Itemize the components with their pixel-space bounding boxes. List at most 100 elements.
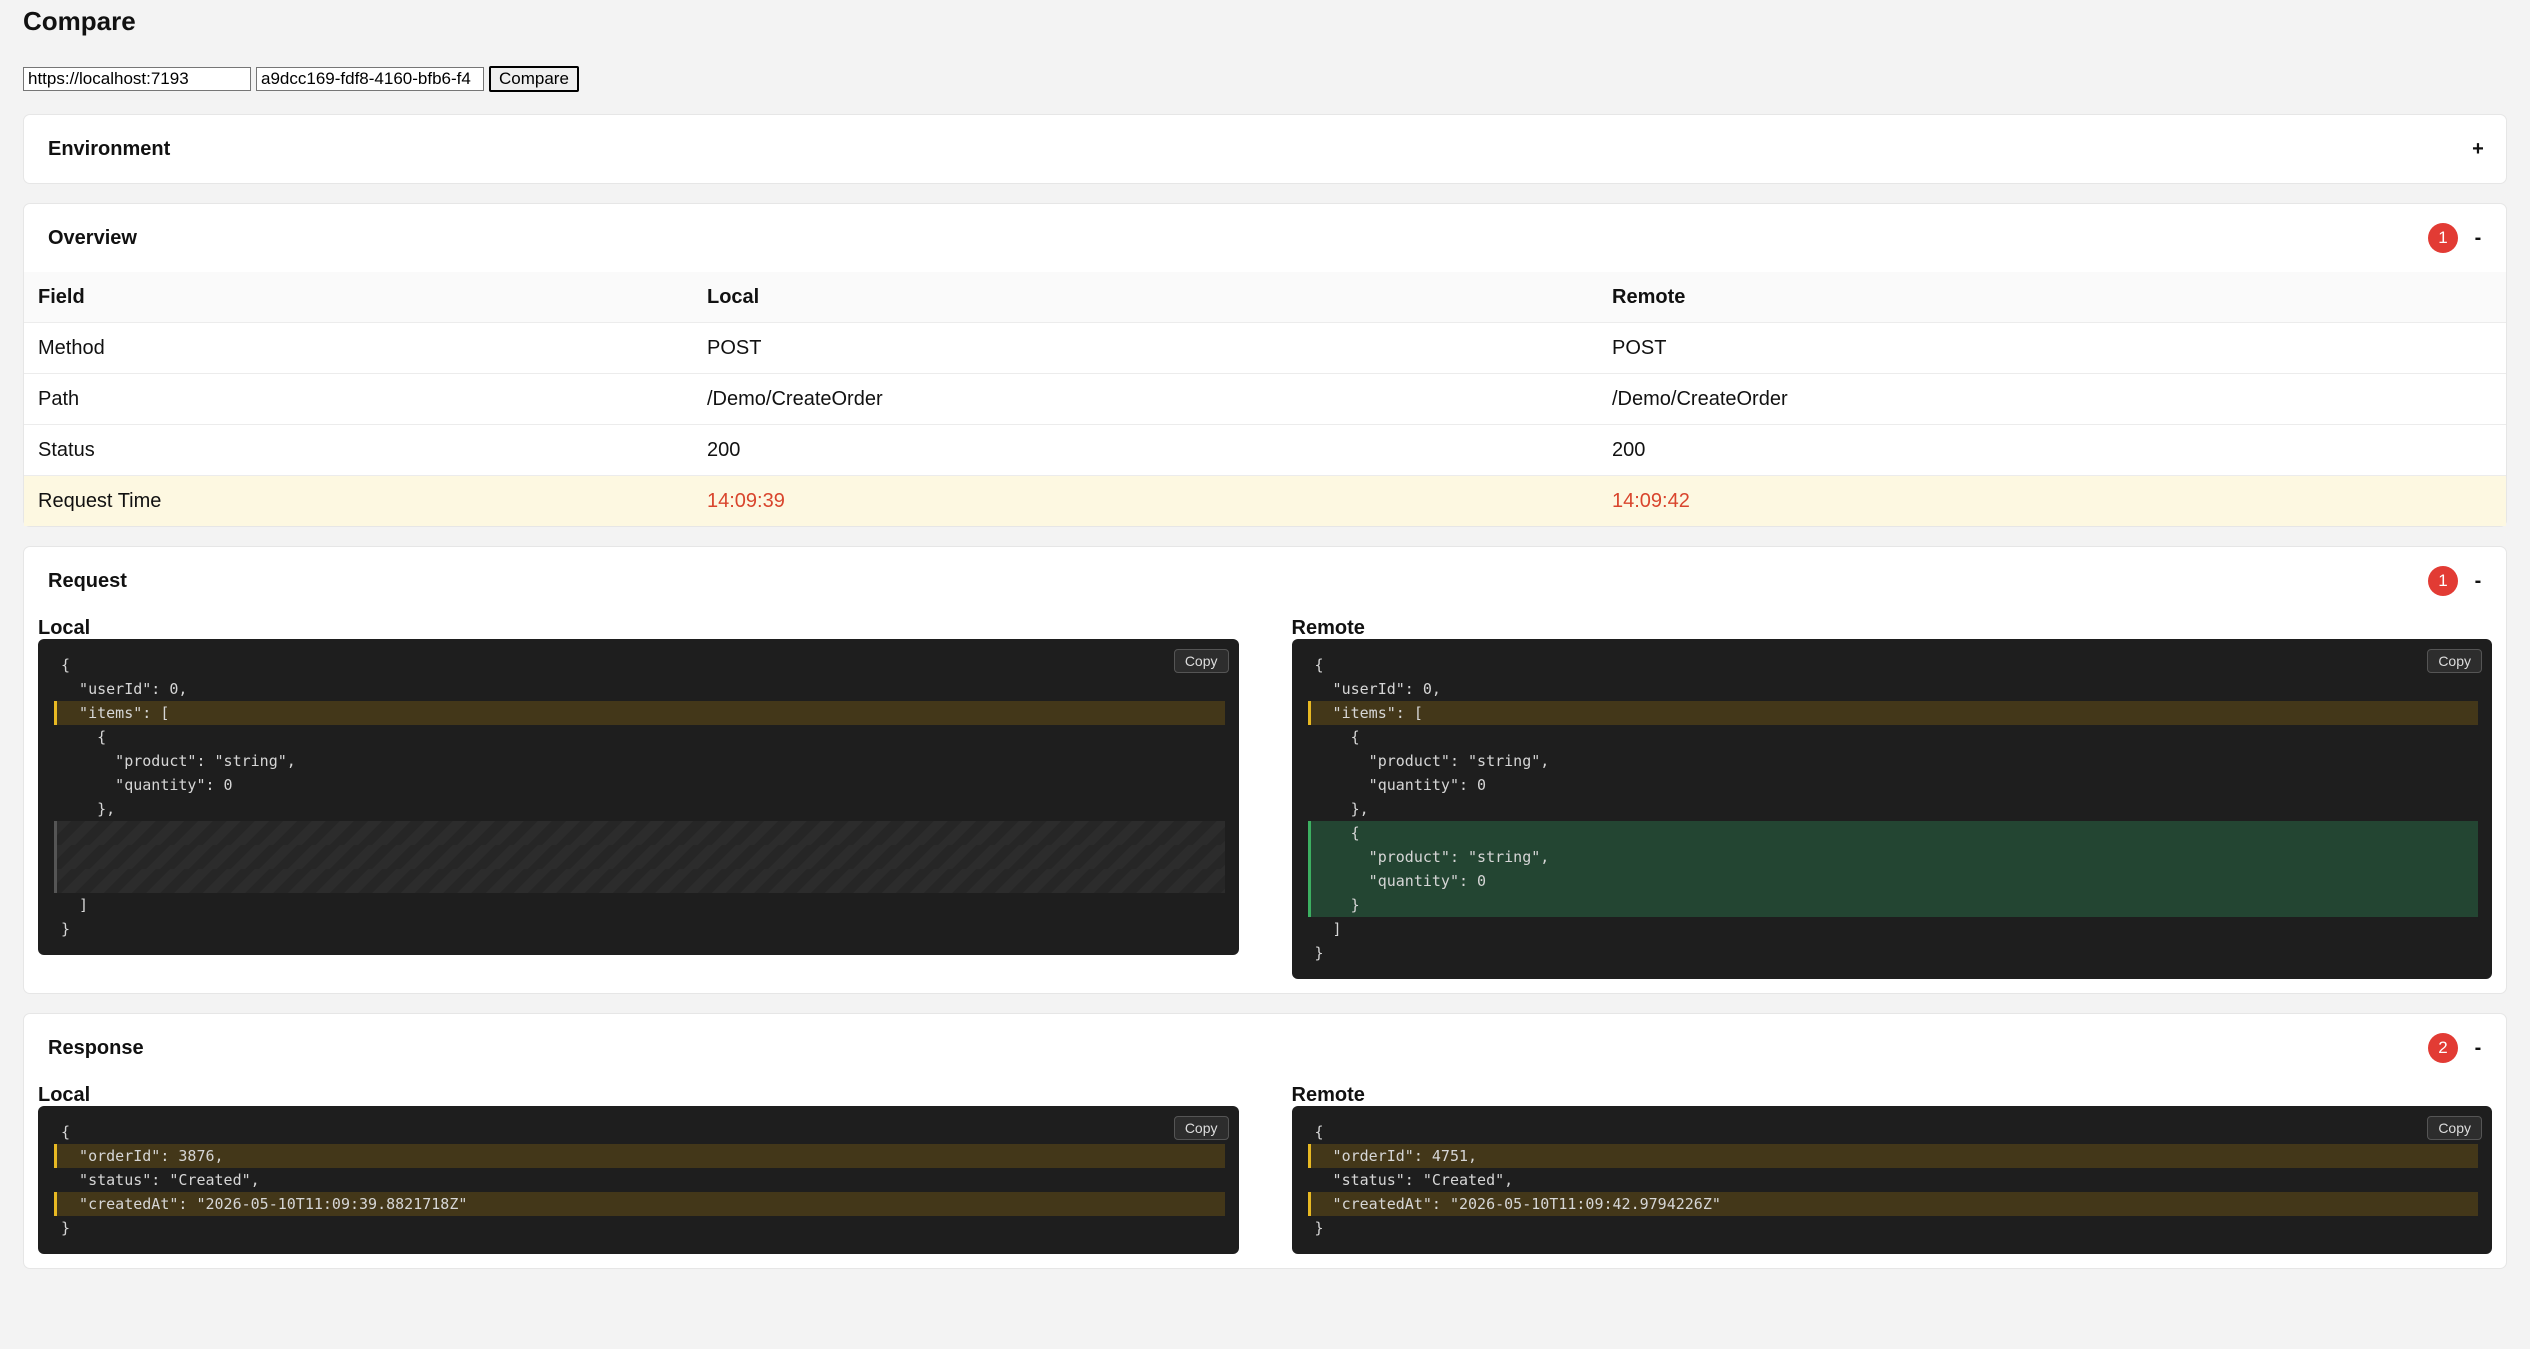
code-line: "status": "Created", xyxy=(1314,1171,1514,1189)
code-line: { xyxy=(1314,1123,1324,1141)
code-block: Copy { "orderId": 3876, "status": "Creat… xyxy=(38,1106,1239,1254)
request-remote-pane: Remote Copy { "userId": 0, "items": [ { … xyxy=(1291,615,2492,979)
remote-value-cell: 200 xyxy=(1598,424,2506,476)
code-line: { xyxy=(1314,656,1324,674)
response-remote-pane: Remote Copy { "orderId": 4751, "status":… xyxy=(1291,1082,2492,1254)
code-lines: { "orderId": 3876, "status": "Created", … xyxy=(54,1120,1225,1240)
code-block: Copy { "userId": 0, "items": [ { "produc… xyxy=(1291,639,2492,979)
added-line: "quantity": 0 xyxy=(1307,869,2478,893)
field-cell: Method xyxy=(24,322,693,374)
added-line: } xyxy=(1307,893,2478,917)
table-row-diff: Request Time 14:09:39 14:09:42 xyxy=(24,475,2506,526)
code-line: } xyxy=(61,920,71,938)
base-url-input[interactable] xyxy=(23,67,251,91)
environment-title: Environment xyxy=(48,137,171,160)
request-header[interactable]: Request 1 - xyxy=(24,547,2506,615)
code-line: "quantity": 0 xyxy=(1314,776,1487,794)
environment-section: Environment + xyxy=(23,114,2507,184)
local-value-cell: 200 xyxy=(693,424,1598,476)
missing-line xyxy=(54,869,1225,893)
copy-button[interactable]: Copy xyxy=(2427,1116,2482,1140)
code-line: "userId": 0, xyxy=(61,680,188,698)
table-row: Status 200 200 xyxy=(24,424,2506,476)
expand-toggle-icon[interactable]: + xyxy=(2472,138,2484,161)
overview-table: Field Local Remote Method POST POST Path… xyxy=(24,272,2506,526)
code-line: } xyxy=(1314,1219,1324,1237)
request-panes: Local Copy { "userId": 0, "items": [ { "… xyxy=(24,615,2506,993)
code-line: }, xyxy=(61,800,116,818)
overview-section: Overview 1 - Field Local Remote Method P… xyxy=(23,203,2507,527)
changed-line: "items": [ xyxy=(54,701,1225,725)
field-cell: Status xyxy=(24,424,693,476)
response-section: Response 2 - Local Copy { "orderId": 387… xyxy=(23,1013,2507,1269)
changed-line: "orderId": 4751, xyxy=(1307,1144,2478,1168)
column-header-field: Field xyxy=(24,272,693,323)
request-section: Request 1 - Local Copy { "userId": 0, "i… xyxy=(23,546,2507,994)
response-panes: Local Copy { "orderId": 3876, "status": … xyxy=(24,1082,2506,1268)
local-value-cell: /Demo/CreateOrder xyxy=(693,373,1598,425)
code-line: { xyxy=(1314,728,1360,746)
changed-line: "items": [ xyxy=(1307,701,2478,725)
local-value-cell: 14:09:39 xyxy=(693,475,1598,526)
column-header-local: Local xyxy=(693,272,1598,323)
code-line: } xyxy=(1314,944,1324,962)
copy-button[interactable]: Copy xyxy=(1173,649,1229,673)
code-line: }, xyxy=(1314,800,1369,818)
collapse-toggle-icon[interactable]: - xyxy=(2472,1037,2484,1060)
remote-value-cell: /Demo/CreateOrder xyxy=(1598,373,2506,425)
added-line: { xyxy=(1307,821,2478,845)
request-local-pane: Local Copy { "userId": 0, "items": [ { "… xyxy=(38,615,1239,979)
code-lines: { "userId": 0, "items": [ { "product": "… xyxy=(54,653,1225,941)
pane-label: Remote xyxy=(1291,1084,1365,1106)
compare-button[interactable]: Compare xyxy=(489,66,579,92)
code-line: "quantity": 0 xyxy=(61,776,233,794)
code-line: "status": "Created", xyxy=(61,1171,260,1189)
environment-header[interactable]: Environment + xyxy=(24,115,2506,183)
code-block: Copy { "userId": 0, "items": [ { "produc… xyxy=(38,639,1239,955)
code-line: { xyxy=(61,1123,71,1141)
compare-page: Compare Compare Environment + Overview 1… xyxy=(0,0,2530,1269)
overview-title: Overview xyxy=(48,226,137,249)
missing-line xyxy=(54,821,1225,845)
copy-button[interactable]: Copy xyxy=(2427,649,2482,673)
remote-value-cell: POST xyxy=(1598,322,2506,374)
code-lines: { "orderId": 4751, "status": "Created", … xyxy=(1307,1120,2478,1240)
collapse-toggle-icon[interactable]: - xyxy=(2472,570,2484,593)
local-value-cell: POST xyxy=(693,322,1598,374)
response-local-pane: Local Copy { "orderId": 3876, "status": … xyxy=(38,1082,1239,1254)
request-title: Request xyxy=(48,569,127,592)
pane-label: Local xyxy=(38,1084,91,1106)
collapse-toggle-icon[interactable]: - xyxy=(2472,227,2484,250)
changed-line: "createdAt": "2026-05-10T11:09:42.979422… xyxy=(1307,1192,2478,1216)
response-title: Response xyxy=(48,1036,144,1059)
page-title: Compare xyxy=(23,6,136,36)
response-header[interactable]: Response 2 - xyxy=(24,1014,2506,1082)
code-lines: { "userId": 0, "items": [ { "product": "… xyxy=(1307,653,2478,965)
table-header-row: Field Local Remote xyxy=(24,272,2506,323)
added-line: "product": "string", xyxy=(1307,845,2478,869)
code-block: Copy { "orderId": 4751, "status": "Creat… xyxy=(1291,1106,2492,1254)
compare-controls: Compare xyxy=(23,64,2507,94)
code-line: "userId": 0, xyxy=(1314,680,1441,698)
missing-line xyxy=(54,845,1225,869)
diff-count-badge: 2 xyxy=(2428,1033,2458,1063)
copy-button[interactable]: Copy xyxy=(1173,1116,1229,1140)
changed-line: "orderId": 3876, xyxy=(54,1144,1225,1168)
overview-header[interactable]: Overview 1 - xyxy=(24,204,2506,272)
trace-id-input[interactable] xyxy=(256,67,484,91)
pane-label: Local xyxy=(38,617,91,639)
code-line: { xyxy=(61,656,71,674)
diff-count-badge: 1 xyxy=(2428,566,2458,596)
changed-line: "createdAt": "2026-05-10T11:09:39.882171… xyxy=(54,1192,1225,1216)
diff-count-badge: 1 xyxy=(2428,223,2458,253)
code-line: { xyxy=(61,728,107,746)
column-header-remote: Remote xyxy=(1598,272,2506,323)
code-line: ] xyxy=(1314,920,1342,938)
table-row: Method POST POST xyxy=(24,322,2506,374)
remote-value-cell: 14:09:42 xyxy=(1598,475,2506,526)
code-line: ] xyxy=(61,896,89,914)
code-line: "product": "string", xyxy=(1314,752,1550,770)
field-cell: Path xyxy=(24,373,693,425)
code-line: "product": "string", xyxy=(61,752,296,770)
field-cell: Request Time xyxy=(24,475,693,526)
